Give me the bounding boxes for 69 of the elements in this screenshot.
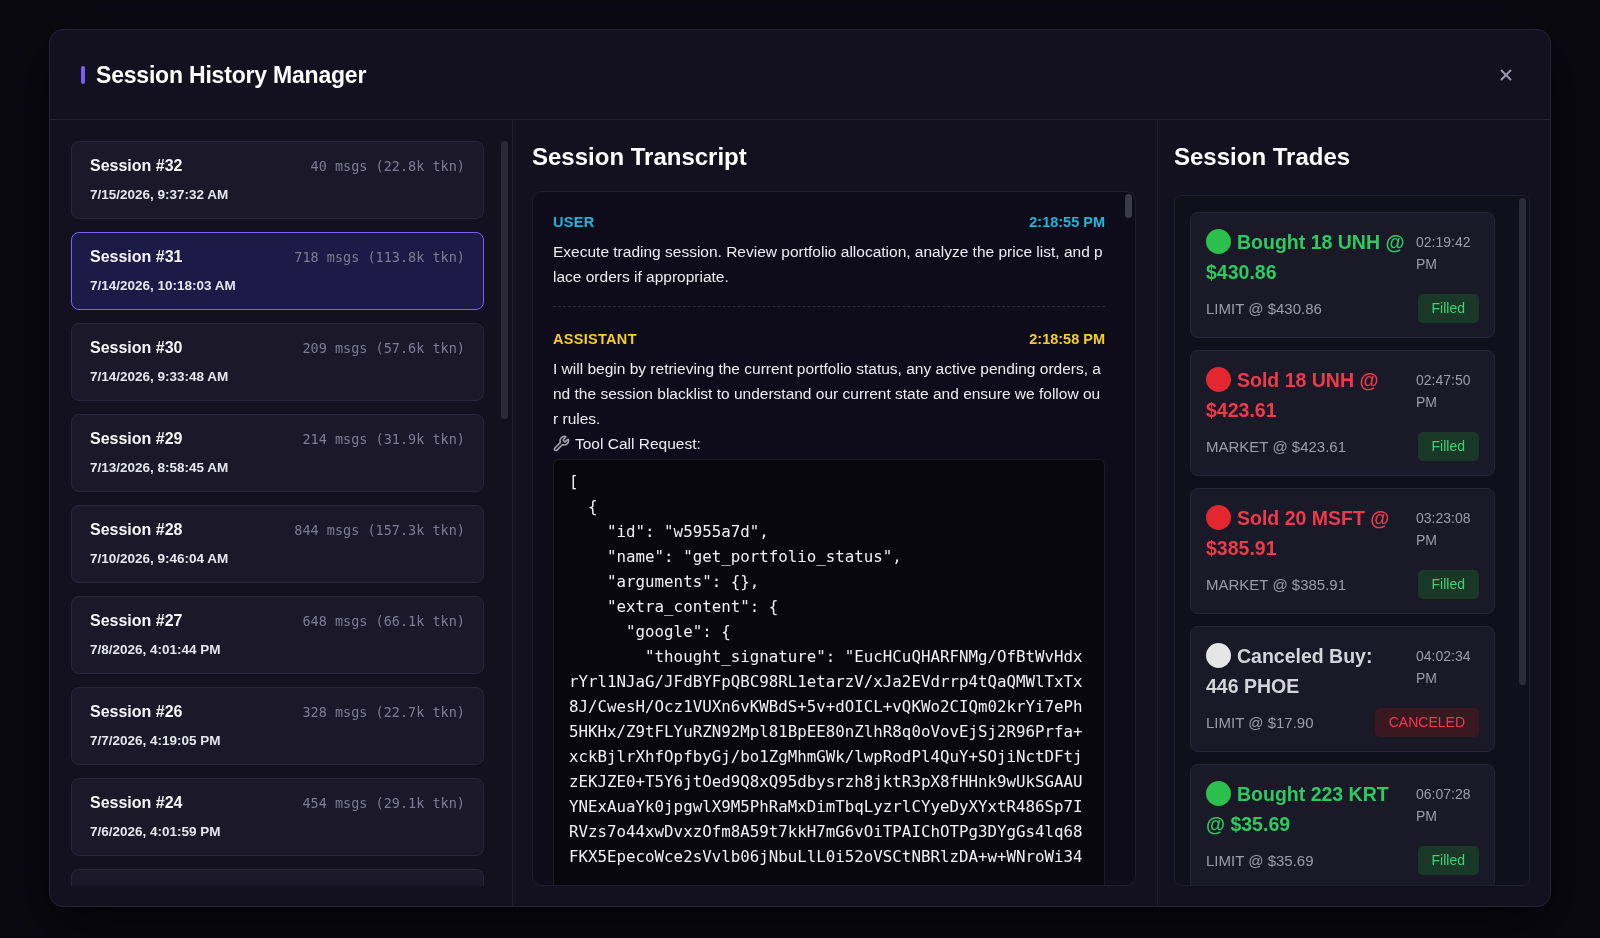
- order-detail: MARKET @ $423.61: [1206, 436, 1347, 457]
- tool-call-label: Tool Call Request:: [575, 434, 701, 454]
- dialog-title: Session History Manager: [96, 60, 367, 90]
- order-detail: LIMIT @ $35.69: [1206, 850, 1314, 871]
- trade-time: 02:47:50 PM: [1416, 371, 1472, 412]
- trade-title: Sold 20 MSFT @ $385.91: [1206, 507, 1390, 559]
- message-text: I will begin by retrieving the current portfolio status, any active pending orders, and the session blacklist to understand our current state and ensure we follow our rules.: [553, 359, 1102, 429]
- session-date: 7/6/2026, 4:01:59 PM: [90, 823, 222, 841]
- accent-bar-icon: [81, 65, 85, 84]
- session-title: Session #26: [90, 702, 183, 722]
- session-date: 7/8/2026, 4:01:44 PM: [90, 641, 222, 659]
- message-text: Execute trading session. Review portfolio allocation, analyze the price list, and place orders if appropriate.: [553, 242, 1104, 287]
- trade-time: 02:19:42 PM: [1416, 233, 1472, 274]
- session-date: 7/14/2026, 9:33:48 AM: [90, 368, 230, 386]
- scrollbar-thumb[interactable]: [501, 141, 508, 419]
- scrollbar-thumb[interactable]: [1519, 198, 1526, 685]
- message-time: 2:18:55 PM: [1029, 213, 1105, 232]
- role-label: ASSISTANT: [553, 330, 637, 349]
- session-date: 7/7/2026, 4:19:05 PM: [90, 732, 222, 750]
- message-count: 328 msgs (22.7k tkn): [302, 703, 465, 722]
- trade-time: 03:23:08 PM: [1416, 509, 1472, 550]
- session-date: 7/10/2026, 9:46:04 AM: [90, 550, 230, 568]
- order-detail: LIMIT @ $17.90: [1206, 712, 1314, 733]
- session-card[interactable]: Session #27 648 msgs (66.1k tkn) 7/8/2026, 4:01:44 PM: [71, 596, 484, 674]
- session-title: Session #31: [90, 247, 183, 267]
- trade-title: Sold 18 UNH @ $423.61: [1206, 369, 1379, 421]
- session-card[interactable]: [71, 869, 484, 886]
- section-heading: Session Trades: [1174, 142, 1352, 172]
- session-card[interactable]: Session #26 328 msgs (22.7k tkn) 7/7/2026, 4:19:05 PM: [71, 687, 484, 765]
- trade-title: Canceled Buy: 446 PHOE: [1206, 645, 1373, 697]
- message-time: 2:18:58 PM: [1029, 330, 1105, 349]
- order-detail: MARKET @ $385.91: [1206, 574, 1347, 595]
- message-count: 718 msgs (113.8k tkn): [294, 248, 465, 267]
- message-count: 40 msgs (22.8k tkn): [310, 157, 465, 176]
- message-count: 214 msgs (31.9k tkn): [302, 430, 465, 449]
- message-count: 844 msgs (157.3k tkn): [294, 521, 465, 540]
- session-card[interactable]: Session #30 209 msgs (57.6k tkn) 7/14/2026, 9:33:48 AM: [71, 323, 484, 401]
- trade-time: 04:02:34 PM: [1416, 647, 1472, 688]
- session-card[interactable]: Session #24 454 msgs (29.1k tkn) 7/6/2026, 4:01:59 PM: [71, 778, 484, 856]
- session-title: Session #30: [90, 338, 183, 358]
- message-count: 454 msgs (29.1k tkn): [302, 794, 465, 813]
- session-title: Session #24: [90, 793, 183, 813]
- session-title: Session #28: [90, 520, 183, 540]
- session-title: Session #32: [90, 156, 183, 176]
- session-card[interactable]: Session #31 718 msgs (113.8k tkn) 7/14/2026, 10:18:03 AM: [71, 232, 484, 310]
- session-card[interactable]: Session #32 40 msgs (22.8k tkn) 7/15/2026, 9:37:32 AM: [71, 141, 484, 219]
- message-count: 209 msgs (57.6k tkn): [302, 339, 465, 358]
- role-label: USER: [553, 213, 595, 232]
- message-count: 648 msgs (66.1k tkn): [302, 612, 465, 631]
- wrench-icon: [553, 435, 570, 452]
- status-badge: Filled: [1417, 570, 1479, 599]
- section-heading: Session Transcript: [532, 142, 748, 172]
- status-badge: Filled: [1417, 846, 1479, 875]
- code-block: [ { "id": "w5955a7d", "name": "get_portfolio_status", "arguments": {}, "extra_content": { "google": { "thought_signature": "EucHCuQHARFNMg/OfBtWvHdx rYrl1NJaG/JFdBYFpQBC98RL1etarzV/xJa2EVdrrp4tQaQMWlTxTx 8J/CwesH/Ocz1VUXn6vKWBdS+5v+dOICL+vQKWo2CIQm02krYi7ePh 5HKHx/Z9tFLYuRZN92Mpl81BpEE80nZlhR8q0oVovEjSj2R96Prfa+ xckBjlrXhfOpfbyGj/bo1ZgMhmGWk/lwpRodPl4QuY+SOjiNctDFtj zEKJZE0+T5Y6jtOed9Q8xQ95dbysrzh8jktR3pX8fHHnk9wUkSGAAU YNExAuaYk0jpgwlX9M5PhRaMxDimTbqLyzrlCYyeDyXYxtR486Sp7I RVzs7o44xwDvxzOfm8A59t7kkH7mG6vOiTPAIChOTPg3DYgGs4lq68 FKX5EpecoWce2sVvlb06jNbuLlL0i52oVSCtNBRlzDA+w+WNroWi34: [553, 459, 1105, 885]
- order-detail: LIMIT @ $430.86: [1206, 298, 1322, 319]
- status-badge: Filled: [1417, 432, 1479, 461]
- trade-title: Bought 18 UNH @ $430.86: [1206, 231, 1405, 283]
- trade-time: 06:07:28 PM: [1416, 785, 1472, 826]
- status-badge: CANCELED: [1374, 708, 1479, 737]
- session-date: 7/14/2026, 10:18:03 AM: [90, 277, 237, 295]
- session-date: 7/13/2026, 8:58:45 AM: [90, 459, 230, 477]
- session-date: 7/15/2026, 9:37:32 AM: [90, 186, 230, 204]
- status-badge: Filled: [1417, 294, 1479, 323]
- session-card[interactable]: Session #28 844 msgs (157.3k tkn) 7/10/2026, 9:46:04 AM: [71, 505, 484, 583]
- session-card[interactable]: Session #29 214 msgs (31.9k tkn) 7/13/2026, 8:58:45 AM: [71, 414, 484, 492]
- session-title: Session #27: [90, 611, 183, 631]
- session-title: Session #29: [90, 429, 183, 449]
- trade-title: Bought 223 KRT @ $35.69: [1206, 783, 1389, 835]
- scrollbar-thumb[interactable]: [1125, 194, 1132, 218]
